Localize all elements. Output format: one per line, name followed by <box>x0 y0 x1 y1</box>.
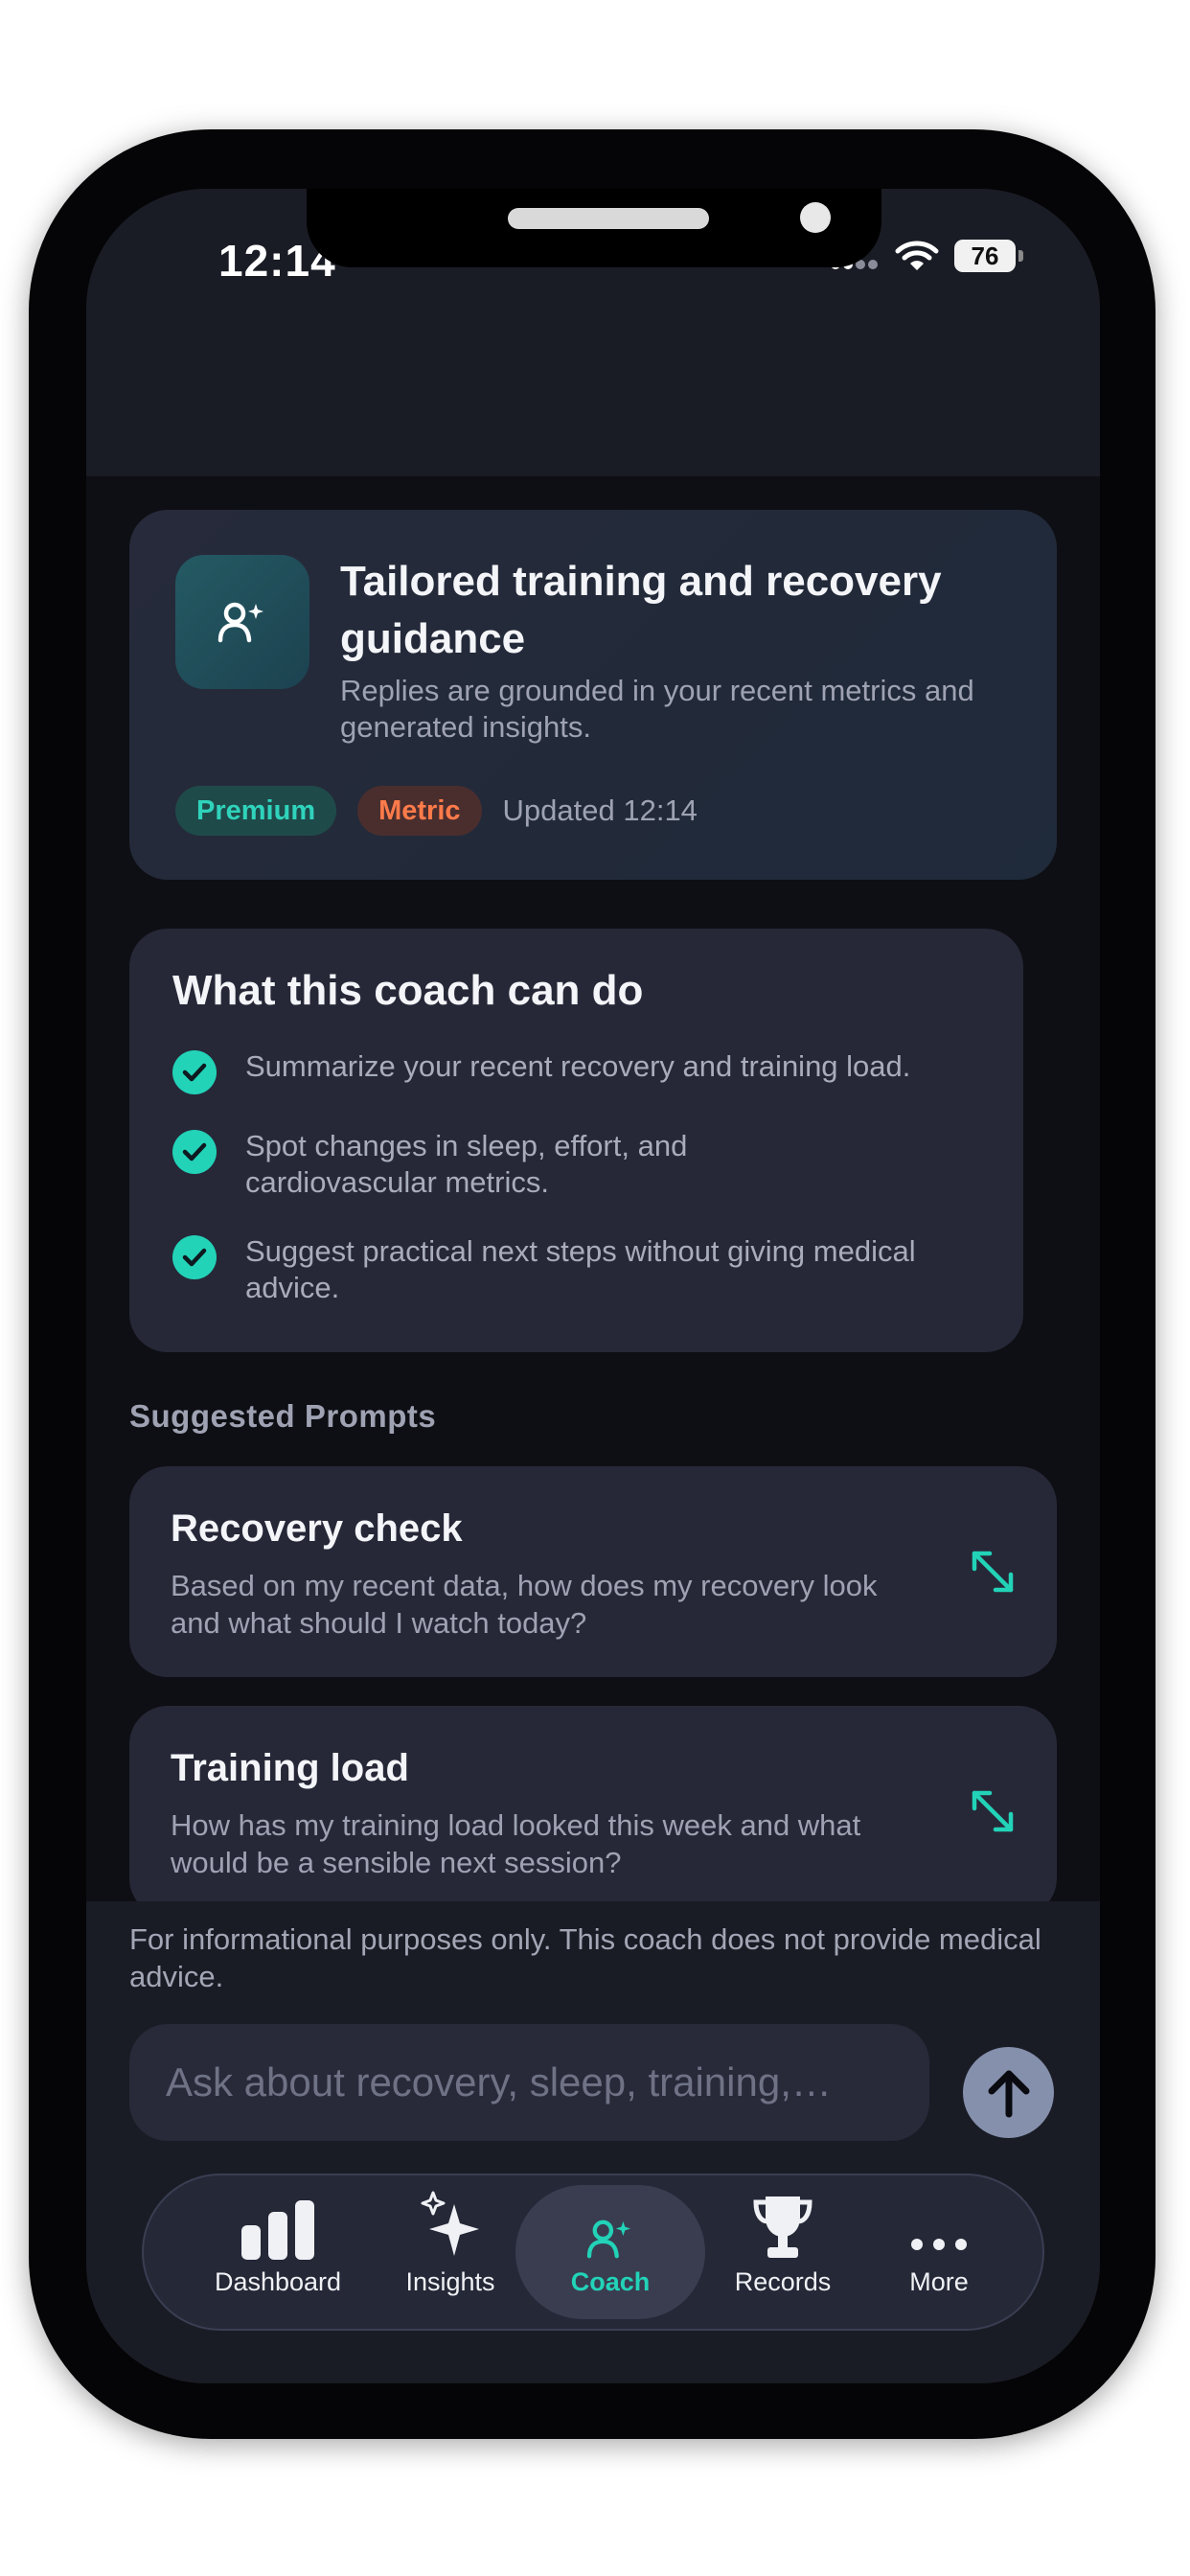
capability-item: Summarize your recent recovery and train… <box>172 1048 996 1094</box>
wifi-icon <box>895 241 939 270</box>
check-icon <box>172 1130 217 1174</box>
tab-label: Records <box>734 2267 832 2296</box>
trophy-icon <box>752 2185 813 2260</box>
send-button[interactable] <box>963 2047 1054 2138</box>
sparkles-icon <box>420 2185 481 2260</box>
tab-label: Dashboard <box>214 2267 342 2296</box>
hero-title: Tailored training and recovery guidance <box>340 558 942 662</box>
capability-text: Suggest practical next steps without giv… <box>245 1234 916 1304</box>
tab-coach[interactable]: Coach <box>515 2185 705 2319</box>
prompt-body: How has my training load looked this wee… <box>171 1808 861 1879</box>
battery-level: 76 <box>971 241 999 270</box>
premium-badge: Premium <box>175 786 337 836</box>
speaker <box>508 208 709 229</box>
tab-label: Coach <box>570 2267 651 2296</box>
person-sparkle-icon <box>586 2185 634 2260</box>
capabilities-card: What this coach can do Summarize your re… <box>129 929 1023 1352</box>
coach-hero-card: Tailored training and recovery guidance … <box>129 510 1057 880</box>
notch <box>307 189 881 267</box>
camera <box>800 202 831 233</box>
prompt-title: Recovery check <box>171 1507 463 1550</box>
capability-item: Spot changes in sleep, effort, and cardi… <box>172 1128 996 1201</box>
more-dots-icon <box>909 2185 969 2260</box>
person-sparkle-icon <box>175 555 309 689</box>
app-screen: 12:14 76 Tailored training and recovery … <box>86 189 1100 2383</box>
tab-label: More <box>909 2267 969 2296</box>
expand-icon[interactable] <box>969 1548 1017 1596</box>
metric-badge: Metric <box>357 786 482 836</box>
prompt-body: Based on my recent data, how does my rec… <box>171 1569 878 1640</box>
updated-timestamp: Updated 12:14 <box>502 794 698 827</box>
battery-icon: 76 <box>954 240 1023 272</box>
capability-text: Summarize your recent recovery and train… <box>245 1049 911 1083</box>
tab-dashboard[interactable]: Dashboard <box>187 2185 369 2319</box>
ask-coach-input[interactable] <box>129 2024 929 2141</box>
tab-bar: Dashboard Insights Coach Records More <box>142 2174 1044 2331</box>
tab-label: Insights <box>405 2267 495 2296</box>
hero-subtitle: Replies are grounded in your recent metr… <box>340 674 974 744</box>
tab-more[interactable]: More <box>872 2185 1006 2319</box>
tab-records[interactable]: Records <box>711 2185 855 2319</box>
tab-insights[interactable]: Insights <box>378 2185 522 2319</box>
capability-text: Spot changes in sleep, effort, and cardi… <box>245 1129 688 1199</box>
expand-icon[interactable] <box>969 1787 1017 1835</box>
prompt-title: Training load <box>171 1747 409 1789</box>
bar-chart-icon <box>240 2185 316 2260</box>
check-icon <box>172 1235 217 1279</box>
arrow-up-icon <box>988 2070 1029 2117</box>
medical-disclaimer: For informational purposes only. This co… <box>129 1922 1041 1993</box>
hero-chips: Premium Metric Updated 12:14 <box>175 786 698 836</box>
capabilities-title: What this coach can do <box>172 967 644 1014</box>
prompt-card-recovery-check[interactable]: Recovery check Based on my recent data, … <box>129 1466 1057 1677</box>
check-icon <box>172 1050 217 1094</box>
prompt-card-training-load[interactable]: Training load How has my training load l… <box>129 1706 1057 1917</box>
capability-item: Suggest practical next steps without giv… <box>172 1233 996 1306</box>
suggested-prompts-label: Suggested Prompts <box>129 1398 437 1434</box>
